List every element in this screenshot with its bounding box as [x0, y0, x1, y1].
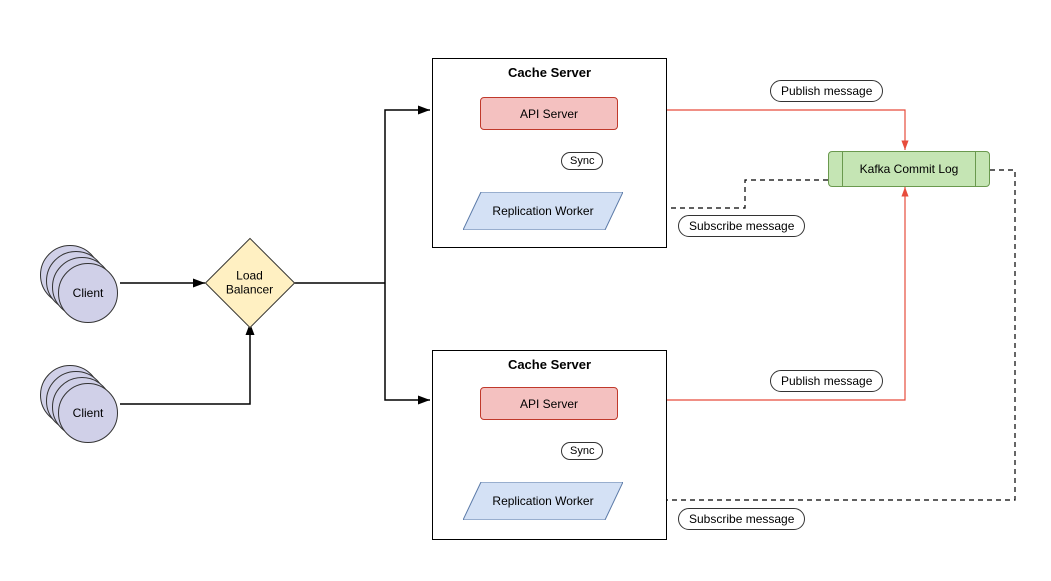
cache-server-title: Cache Server — [433, 65, 666, 80]
api-server-box: API Server — [480, 97, 618, 130]
subscribe-label-2: Subscribe message — [678, 508, 805, 530]
cache-server-2: Cache Server API Server Sync Replication… — [432, 350, 667, 540]
client-label: Client — [73, 406, 104, 420]
replication-worker-label: Replication Worker — [492, 494, 593, 508]
diagram-canvas: Client Client Load Balancer Cache Server… — [0, 0, 1051, 581]
kafka-commit-log: Kafka Commit Log — [828, 151, 990, 187]
client-label: Client — [73, 286, 104, 300]
load-balancer-label: Load Balancer — [226, 269, 273, 298]
kafka-rail — [829, 152, 843, 186]
replication-worker-label: Replication Worker — [492, 204, 593, 218]
api-server-label: API Server — [520, 107, 578, 121]
api-server-box: API Server — [480, 387, 618, 420]
subscribe-label-1: Subscribe message — [678, 215, 805, 237]
kafka-label: Kafka Commit Log — [860, 162, 959, 176]
sync-label: Sync — [561, 152, 603, 170]
replication-worker-shape: Replication Worker — [463, 482, 623, 520]
cache-server-1: Cache Server API Server Sync Replication… — [432, 58, 667, 248]
client-circle-front: Client — [58, 383, 118, 443]
client-stack-2: Client — [40, 365, 120, 445]
cache-server-title: Cache Server — [433, 357, 666, 372]
sync-label: Sync — [561, 442, 603, 460]
client-stack-1: Client — [40, 245, 120, 325]
publish-label-1: Publish message — [770, 80, 883, 102]
replication-worker-shape: Replication Worker — [463, 192, 623, 230]
publish-label-2: Publish message — [770, 370, 883, 392]
load-balancer: Load Balancer — [205, 238, 296, 329]
api-server-label: API Server — [520, 397, 578, 411]
client-circle-front: Client — [58, 263, 118, 323]
kafka-rail — [975, 152, 989, 186]
